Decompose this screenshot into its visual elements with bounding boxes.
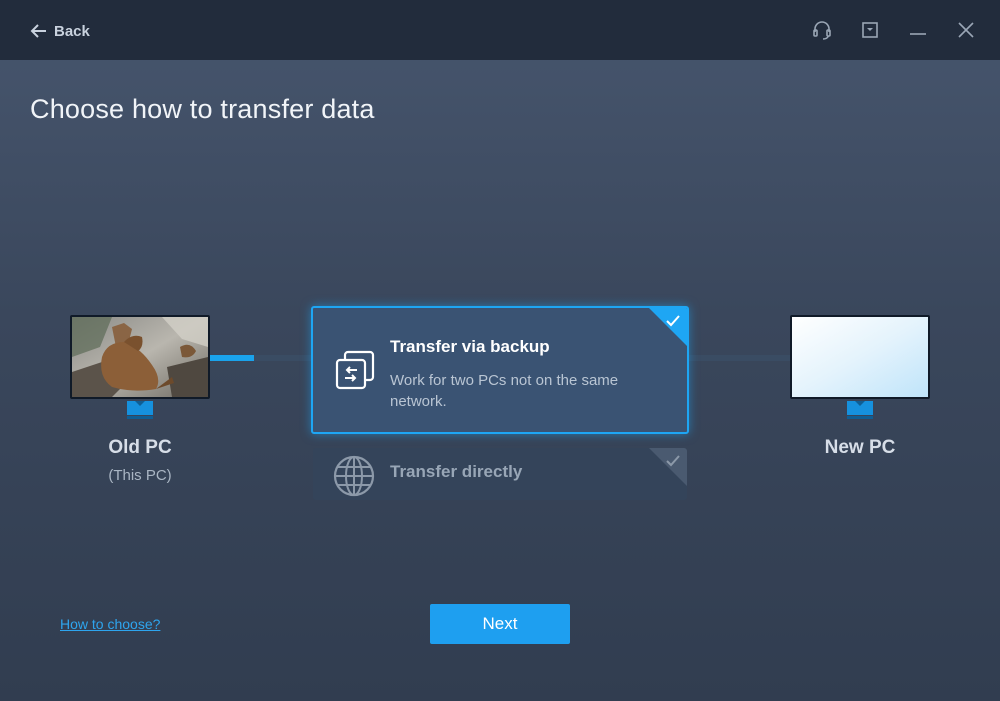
right-connector <box>688 355 790 361</box>
checkmark-icon <box>665 314 681 328</box>
new-pc-screen <box>790 315 930 399</box>
title-bar: Back <box>0 0 1000 60</box>
globe-icon <box>332 454 376 498</box>
back-label: Back <box>54 22 90 40</box>
new-pc-base <box>847 416 873 419</box>
close-icon[interactable] <box>954 18 978 42</box>
option-description: Work for two PCs not on the same network… <box>390 372 619 410</box>
checkmark-icon <box>665 454 681 468</box>
option-transfer-directly[interactable]: Transfer directly <box>313 448 687 500</box>
new-pc-label: New PC <box>824 437 896 458</box>
backup-transfer-icon <box>333 348 377 392</box>
next-button[interactable]: Next <box>430 604 570 644</box>
headset-icon[interactable] <box>810 18 834 42</box>
how-to-choose-link[interactable]: How to choose? <box>60 616 160 632</box>
back-button[interactable]: Back <box>30 19 90 43</box>
old-pc-monitor <box>70 315 210 425</box>
old-pc-base <box>127 416 153 419</box>
left-connector-progress <box>210 355 254 361</box>
new-pc-monitor <box>790 315 930 425</box>
option-title: Transfer via backup <box>390 337 550 356</box>
option-title: Transfer directly <box>390 462 523 481</box>
app-window: Back Choose how to transfer data Old PC … <box>0 0 1000 701</box>
new-pc-stand <box>847 401 873 415</box>
download-icon[interactable] <box>858 18 882 42</box>
old-pc-screen <box>70 315 210 399</box>
old-pc-stand <box>127 401 153 415</box>
minimize-icon[interactable] <box>906 18 930 42</box>
old-pc-sublabel: (This PC) <box>108 467 172 484</box>
page-title: Choose how to transfer data <box>30 94 375 124</box>
option-transfer-via-backup[interactable]: Transfer via backup Work for two PCs not… <box>311 306 689 434</box>
old-pc-label: Old PC <box>108 437 172 458</box>
sea-lion-wallpaper-image <box>72 317 208 397</box>
arrow-left-icon <box>30 23 48 39</box>
